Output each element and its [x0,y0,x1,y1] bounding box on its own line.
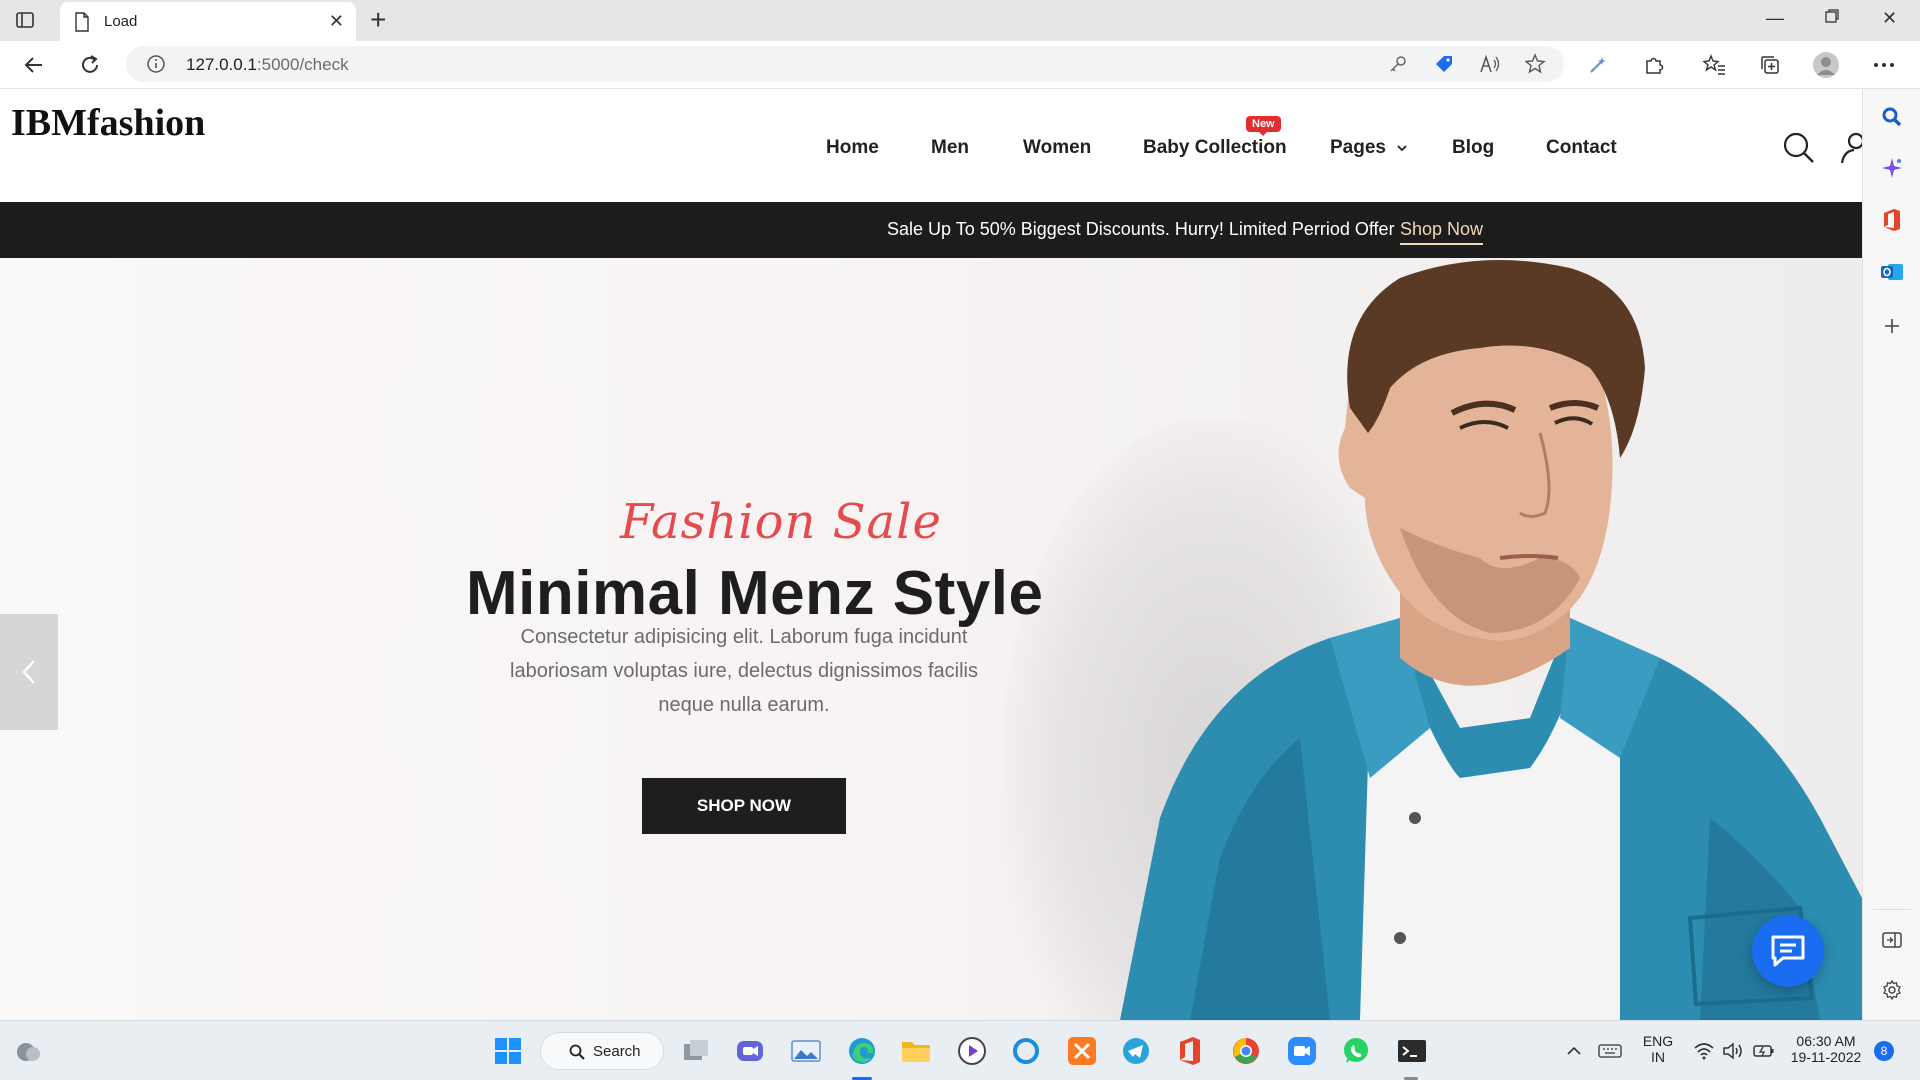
chat-button[interactable] [1752,915,1824,987]
volume-icon[interactable] [1718,1035,1750,1067]
hero-script-title: Fashion Sale [620,494,942,550]
chat-bubble-icon [1771,935,1805,967]
hero-model-image [1120,260,1862,1020]
chrome-icon[interactable] [1230,1035,1262,1067]
url-path: :5000/check [256,55,349,74]
sidebar-settings-gear-icon[interactable] [1879,977,1905,1003]
taskbar-search-label: Search [593,1043,641,1060]
add-favorite-icon[interactable] [1524,53,1548,75]
search-sidebar-icon[interactable] [1879,104,1905,130]
nav-contact[interactable]: Contact [1546,137,1617,159]
telegram-icon[interactable] [1120,1035,1152,1067]
url-text[interactable]: 127.0.0.1:5000/check [186,55,349,75]
nav-blog[interactable]: Blog [1452,137,1494,159]
back-arrow-icon[interactable] [20,51,48,79]
clock-date: 19-11-2022 [1790,1049,1862,1065]
language-indicator[interactable]: ENG IN [1638,1033,1678,1065]
password-key-icon[interactable] [1386,53,1410,75]
refresh-icon[interactable] [76,51,104,79]
hide-sidebar-icon[interactable] [1879,927,1905,953]
address-bar[interactable]: 127.0.0.1:5000/check [126,46,1564,82]
outlook-icon[interactable] [1879,259,1905,285]
tab-close-icon[interactable]: ✕ [329,11,344,32]
page-icon [74,12,90,37]
coupon-tag-icon[interactable] [1432,53,1456,75]
photos-app-icon[interactable] [790,1035,822,1067]
site-header: IBMfashion Home Men Women Baby Collectio… [0,89,1862,202]
language-line-1: ENG [1642,1033,1674,1049]
teams-chat-icon[interactable] [734,1035,766,1067]
new-badge: New [1246,116,1281,136]
collections-icon[interactable] [1756,51,1784,79]
zoom-icon[interactable] [1286,1035,1318,1067]
tab-title: Load [104,13,138,30]
office-icon[interactable] [1879,207,1905,233]
file-explorer-icon[interactable] [900,1035,932,1067]
more-menu-icon[interactable] [1870,51,1898,79]
chevron-down-icon [1397,145,1407,152]
sidebar-divider [1873,909,1911,910]
tab-actions-icon[interactable] [14,9,38,33]
clock-time: 06:30 AM [1796,1033,1856,1049]
nav-pages[interactable]: Pages [1330,137,1407,159]
slider-prev-button[interactable] [0,614,58,730]
show-hidden-icons-chevron[interactable] [1558,1035,1590,1067]
hero-slider: Fashion Sale Minimal Menz Style Consecte… [0,258,1862,1020]
minimize-icon[interactable]: — [1766,8,1784,29]
promo-shop-now-link[interactable]: Shop Now [1400,219,1484,245]
taskbar-search[interactable]: Search [540,1032,664,1070]
nav-home[interactable]: Home [826,137,879,159]
notification-count-badge[interactable]: 8 [1874,1041,1894,1061]
hero-subtext: Consectetur adipisicing elit. Laborum fu… [510,626,978,716]
url-host: 127.0.0.1 [186,55,257,74]
browser-tab-active[interactable]: Load ✕ [60,2,356,41]
nav-baby-collection[interactable]: Baby Collection [1143,137,1287,159]
extensions-icon[interactable] [1640,51,1668,79]
cortana-icon[interactable] [1010,1035,1042,1067]
promo-message: Sale Up To 50% Biggest Discounts. Hurry!… [887,219,1395,239]
nav-women[interactable]: Women [1023,137,1091,159]
browser-tabstrip: Load ✕ + — ✕ [0,0,1920,41]
add-sidebar-app-icon[interactable] [1879,313,1905,339]
new-tab-icon[interactable]: + [370,6,386,34]
task-view-icon[interactable] [680,1035,712,1067]
promo-banner: Sale Up To 50% Biggest Discounts. Hurry!… [0,202,1862,258]
browser-toolbar: 127.0.0.1:5000/check [0,41,1920,89]
windows-taskbar: Search ENG IN 06:30 AM 19-11-2022 8 [0,1020,1920,1080]
site-info-icon[interactable] [146,54,166,79]
close-window-icon[interactable]: ✕ [1882,8,1897,29]
taskbar-search-icon [569,1044,585,1060]
terminal-icon[interactable] [1396,1035,1428,1067]
magic-tool-icon[interactable] [1584,51,1612,79]
restore-icon[interactable] [1824,8,1840,29]
media-player-icon[interactable] [956,1035,988,1067]
favorites-icon[interactable] [1700,51,1728,79]
profile-avatar-icon[interactable] [1812,51,1840,79]
copilot-sparkle-icon[interactable] [1879,155,1905,181]
office-app-icon[interactable] [1174,1035,1206,1067]
language-line-2: IN [1651,1049,1665,1065]
web-page: IBMfashion Home Men Women Baby Collectio… [0,89,1862,1020]
windows-start-icon[interactable] [492,1035,524,1067]
read-aloud-icon[interactable] [1478,53,1502,75]
shop-now-button[interactable]: SHOP NOW [642,778,846,834]
weather-widget-icon[interactable] [12,1035,44,1067]
site-search-icon[interactable] [1782,131,1816,170]
edge-browser-icon[interactable] [846,1035,878,1067]
browser-sidebar [1862,89,1920,1020]
keyboard-icon[interactable] [1594,1035,1626,1067]
chevron-left-icon [22,660,35,684]
whatsapp-icon[interactable] [1340,1035,1372,1067]
account-user-icon[interactable] [1840,131,1862,170]
nav-men[interactable]: Men [931,137,969,159]
xampp-icon[interactable] [1066,1035,1098,1067]
site-logo[interactable]: IBMfashion [11,101,205,145]
wifi-icon[interactable] [1688,1035,1720,1067]
clock[interactable]: 06:30 AM 19-11-2022 [1788,1033,1864,1065]
hero-headline: Minimal Menz Style [466,559,1044,628]
nav-pages-label: Pages [1330,137,1386,158]
battery-icon[interactable] [1748,1035,1780,1067]
